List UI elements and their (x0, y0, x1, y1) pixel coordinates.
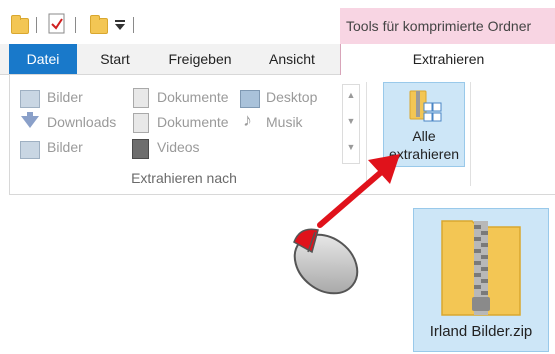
destination-downloads[interactable]: Downloads (47, 114, 116, 130)
destination-bilder-2[interactable]: Bilder (47, 139, 83, 155)
tab-datei[interactable]: Datei (9, 44, 77, 74)
destination-musik[interactable]: Musik (266, 114, 303, 130)
contextual-tab-header: Tools für komprimierte Ordner (340, 8, 555, 44)
documents-icon (133, 113, 149, 133)
zip-file-name: Irland Bilder.zip (429, 323, 533, 340)
contextual-tab-title: Tools für komprimierte Ordner (346, 18, 532, 34)
destination-bilder[interactable]: Bilder (47, 89, 83, 105)
zip-file-item[interactable]: Irland Bilder.zip (413, 208, 549, 352)
downloads-icon-stem (27, 112, 33, 118)
quick-access-toolbar (0, 0, 340, 44)
tab-ansicht[interactable]: Ansicht (254, 44, 330, 74)
tab-start[interactable]: Start (85, 44, 145, 74)
toolbar-separator (75, 17, 76, 33)
scroll-up-icon[interactable]: ▲ (343, 85, 359, 105)
destination-dokumente[interactable]: Dokumente (157, 89, 229, 105)
pictures-icon (20, 90, 40, 108)
toolbar-separator (133, 17, 134, 33)
new-folder-icon[interactable] (90, 15, 108, 34)
customize-dropdown-icon[interactable] (114, 19, 126, 31)
zip-folder-icon (441, 220, 521, 316)
extract-all-icon (409, 90, 442, 122)
computer-mouse-icon (293, 228, 359, 295)
music-icon: ♪ (243, 110, 252, 130)
tab-extrahieren[interactable]: Extrahieren (340, 44, 555, 75)
tab-freigeben[interactable]: Freigeben (155, 44, 245, 74)
destination-videos[interactable]: Videos (157, 139, 200, 155)
folder-icon[interactable] (11, 15, 29, 34)
properties-icon[interactable] (47, 13, 67, 35)
group-divider (470, 82, 471, 186)
destination-dokumente-2[interactable]: Dokumente (157, 114, 229, 130)
scroll-down-icon[interactable]: ▼ (343, 111, 359, 131)
pictures-icon (20, 141, 40, 159)
destination-desktop[interactable]: Desktop (266, 89, 317, 105)
desktop-icon (240, 90, 260, 108)
ribbon-tab-row: Datei Start Freigeben Ansicht Extrahiere… (0, 44, 555, 75)
documents-icon (133, 88, 149, 108)
videos-icon (132, 139, 149, 159)
toolbar-separator (36, 17, 37, 33)
